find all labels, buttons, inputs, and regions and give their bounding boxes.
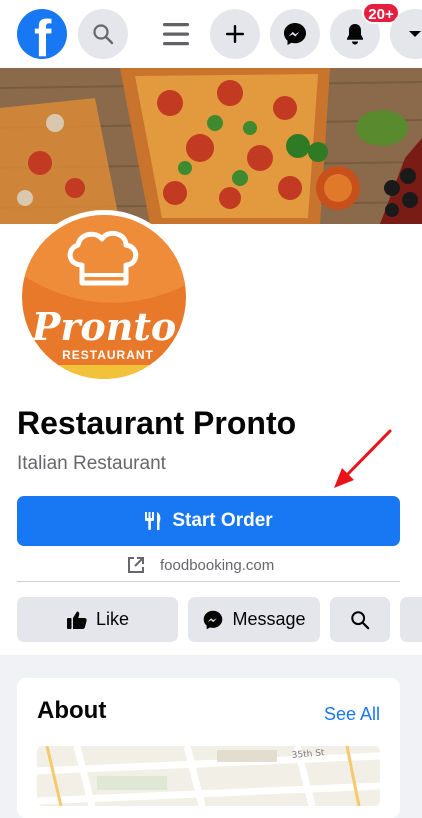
facebook-logo[interactable]: f <box>17 9 67 59</box>
annotation-arrow <box>334 429 392 488</box>
about-title: About <box>37 697 107 724</box>
facebook-logo-letter: f <box>34 10 52 59</box>
start-order-button[interactable]: Start Order <box>17 496 400 546</box>
plus-icon <box>226 25 244 43</box>
messenger-icon <box>284 23 306 45</box>
map-illustration: 35th St <box>37 746 380 806</box>
create-button[interactable] <box>210 9 260 59</box>
location-map[interactable]: 35th St <box>37 746 380 806</box>
search-icon <box>93 24 114 45</box>
cover-photo[interactable] <box>0 68 422 224</box>
messenger-icon <box>204 610 223 629</box>
search-icon <box>351 610 370 629</box>
utensils-icon <box>145 512 161 530</box>
chevron-down-icon <box>409 31 421 37</box>
website-link-text: foodbooking.com <box>160 556 275 574</box>
thumbs-up-icon <box>66 611 87 629</box>
menu-button[interactable] <box>153 9 199 59</box>
external-link-icon <box>128 557 144 573</box>
start-order-label: Start Order <box>172 510 273 531</box>
logo-script-text: Pronto <box>31 304 176 349</box>
message-button-label: Message <box>232 609 306 629</box>
top-navigation-bar: f 20+ <box>0 0 422 68</box>
logo-sub-text: RESTAURANT <box>62 348 154 362</box>
pronto-restaurant-logo: Pronto RESTAURANT <box>22 215 186 379</box>
like-button-label: Like <box>95 609 130 629</box>
page-search-button[interactable] <box>330 597 390 642</box>
like-button[interactable]: Like <box>17 597 178 642</box>
website-link[interactable]: foodbooking.com <box>126 552 274 578</box>
message-button[interactable]: Message <box>188 597 320 642</box>
page-category: Italian Restaurant <box>17 453 166 474</box>
menu-icon <box>163 23 189 46</box>
messenger-button[interactable] <box>270 9 320 59</box>
page-title: Restaurant Pronto <box>17 405 297 441</box>
more-options-button[interactable] <box>400 597 422 642</box>
see-all-link[interactable]: See All <box>324 702 380 726</box>
search-button[interactable] <box>78 9 128 59</box>
bell-icon <box>347 24 363 45</box>
cover-photo-pizza-illustration <box>0 68 422 224</box>
profile-picture[interactable]: Pronto RESTAURANT <box>22 215 186 379</box>
divider <box>17 581 400 582</box>
